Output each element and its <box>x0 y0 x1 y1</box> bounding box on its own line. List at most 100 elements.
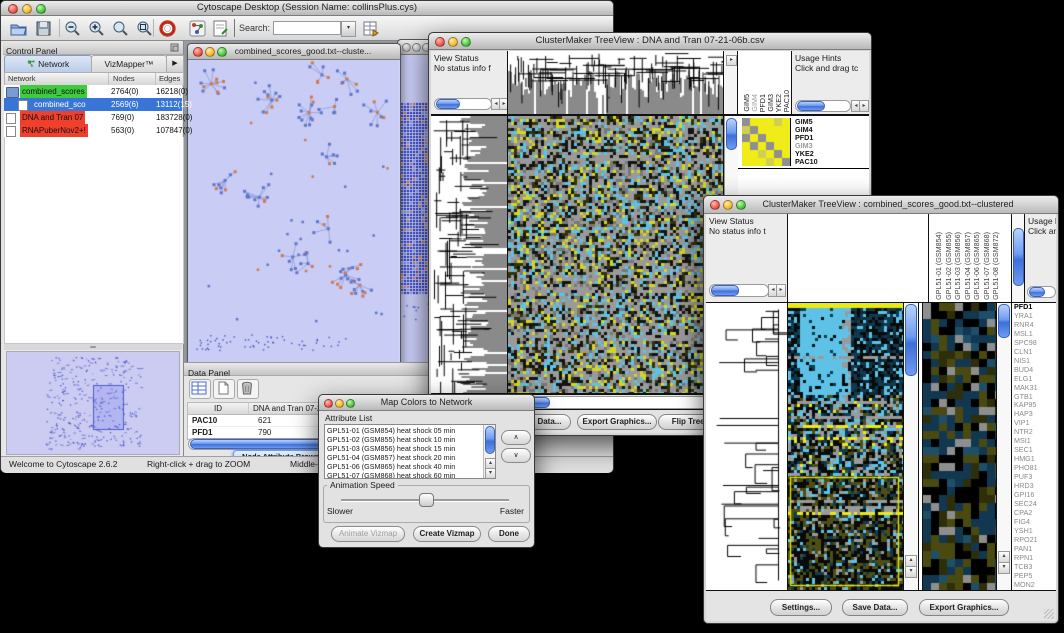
tv2-column-label[interactable]: GPL51-01 (GSM854) <box>934 232 943 300</box>
network-name[interactable]: combined_sco <box>32 98 88 111</box>
network-name[interactable]: RNAPuberNov2+! <box>20 124 88 137</box>
gene-label[interactable]: GTB1 <box>1014 393 1038 402</box>
tv2-column-label[interactable]: GPL51-08 (GSM872) <box>991 232 1000 300</box>
treeview1-titlebar[interactable]: ClusterMaker TreeView : DNA and Tran 07-… <box>429 33 871 50</box>
search-dropdown-button[interactable]: ▾ <box>341 21 356 37</box>
tv1-heatmap-canvas[interactable] <box>508 116 723 393</box>
scrollbar-thumb[interactable] <box>485 426 495 454</box>
annotation-icon[interactable] <box>211 19 230 38</box>
network-name[interactable]: DNA and Tran 07 <box>20 111 85 124</box>
tv1-row-dendrogram-canvas[interactable] <box>431 116 507 393</box>
scroll-down-button[interactable]: ▾ <box>485 468 496 479</box>
network-table-header[interactable]: Network Nodes Edges <box>4 72 184 86</box>
scrollbar-thumb[interactable] <box>1013 228 1024 286</box>
main-titlebar[interactable]: Cytoscape Desktop (Session Name: collins… <box>1 1 613 16</box>
table-header-id[interactable]: ID <box>188 403 249 414</box>
gene-label[interactable]: RNR4 <box>1014 321 1038 330</box>
gene-label[interactable]: PHO81 <box>1014 464 1038 473</box>
tv1-usage-scrollbar[interactable] <box>795 100 851 112</box>
minimize-icon[interactable] <box>22 4 32 14</box>
tv2-heatmap-canvas[interactable] <box>788 303 903 590</box>
gene-label[interactable]: SEC1 <box>1014 446 1038 455</box>
help-lifesaver-icon[interactable] <box>158 19 177 38</box>
tv2-save-data-button[interactable]: Save Data... <box>842 599 908 616</box>
gene-label[interactable]: TCB3 <box>1014 563 1038 572</box>
minimize-icon[interactable] <box>205 47 215 57</box>
scrollbar-thumb[interactable] <box>905 304 917 376</box>
close-icon[interactable] <box>193 47 203 57</box>
gene-label[interactable]: CLN1 <box>1014 348 1038 357</box>
gene-label[interactable]: GPI16 <box>1014 491 1038 500</box>
move-attribute-up-button[interactable]: ∧ <box>501 430 531 445</box>
tv2-column-label[interactable]: GPL51-06 (GSM865) <box>972 232 981 300</box>
delete-attribute-button[interactable] <box>237 379 259 399</box>
tv2-column-dendrogram-area[interactable] <box>788 214 928 302</box>
gene-label[interactable]: HAP3 <box>1014 410 1038 419</box>
tv2-row-dendrogram-canvas[interactable] <box>706 303 787 590</box>
gene-label[interactable]: SPC98 <box>1014 339 1038 348</box>
new-attribute-button[interactable] <box>213 379 235 399</box>
attribute-item[interactable]: GPL51-04 (GSM857) heat shock 20 min <box>327 453 483 462</box>
scroll-right-button[interactable]: ▸ <box>776 284 786 297</box>
gene-label[interactable]: KAP95 <box>1014 401 1038 410</box>
scroll-right-button[interactable]: ▸ <box>726 55 737 66</box>
scrollbar-thumb[interactable] <box>711 285 739 296</box>
done-button[interactable]: Done <box>488 526 530 542</box>
create-vizmap-button[interactable]: Create Vizmap <box>413 526 481 542</box>
gene-label[interactable]: RPN1 <box>1014 554 1038 563</box>
gene-label[interactable]: HMG1 <box>1014 455 1038 464</box>
gene-label[interactable]: YSH1 <box>1014 527 1038 536</box>
attribute-list-vscrollbar[interactable]: ▴ ▾ <box>483 425 495 478</box>
zoom-fit-icon[interactable] <box>111 19 130 38</box>
scrollbar-thumb[interactable] <box>436 99 460 109</box>
network-window-titlebar[interactable]: combined_scores_good.txt--cluste... <box>188 44 400 60</box>
zoom-window-icon[interactable] <box>736 200 746 210</box>
zoom-window-icon[interactable] <box>217 47 227 57</box>
move-attribute-down-button[interactable]: ∨ <box>501 448 531 463</box>
float-panel-icon[interactable] <box>170 43 179 52</box>
zoom-out-icon[interactable] <box>63 19 82 38</box>
scrollbar-thumb[interactable] <box>1029 287 1045 297</box>
gene-label[interactable]: PFD1 <box>1014 303 1038 312</box>
close-icon[interactable] <box>8 4 18 14</box>
gene-label[interactable]: MSI1 <box>1014 437 1038 446</box>
attribute-item[interactable]: GPL51-03 (GSM856) heat shock 15 min <box>327 444 483 453</box>
network-canvas[interactable] <box>188 60 398 362</box>
tv1-row-label[interactable]: PAC10 <box>795 158 865 166</box>
zoom-window-icon[interactable] <box>36 4 46 14</box>
gene-label[interactable]: PEP5 <box>1014 572 1038 581</box>
tab-network[interactable]: Network <box>4 55 92 73</box>
scrollbar-thumb[interactable] <box>998 304 1010 338</box>
scroll-down-button[interactable]: ▾ <box>998 562 1010 574</box>
save-session-icon[interactable] <box>34 19 53 38</box>
search-input[interactable] <box>273 21 341 35</box>
network-view-window[interactable]: combined_scores_good.txt--cluste... <box>187 43 401 364</box>
close-icon[interactable] <box>710 200 720 210</box>
close-icon[interactable] <box>402 43 411 52</box>
open-session-icon[interactable] <box>9 19 28 38</box>
gene-label[interactable]: ELG1 <box>1014 375 1038 384</box>
animate-vizmap-button[interactable]: Animate Vizmap <box>331 526 405 542</box>
network-list-row[interactable]: combined_scores2764(0)16218(0) <box>4 85 182 98</box>
close-icon[interactable] <box>324 399 333 408</box>
resize-grip[interactable] <box>1044 609 1054 619</box>
tab-vizmapper[interactable]: VizMapper™ <box>91 55 167 73</box>
gene-label[interactable]: PUF3 <box>1014 473 1038 482</box>
attribute-listbox[interactable]: GPL51-01 (GSM854) heat shock 05 minGPL51… <box>324 424 496 479</box>
gene-label[interactable]: PAN1 <box>1014 545 1038 554</box>
tv2-collabel-vscrollbar[interactable] <box>1012 214 1024 302</box>
tv2-column-label[interactable]: GPL51-07 (GSM868) <box>982 232 991 300</box>
gene-label[interactable]: MON2 <box>1014 581 1038 590</box>
tv2-column-label[interactable]: GPL51-03 (GSM856) <box>953 232 962 300</box>
tv1-column-label[interactable]: PAC10 <box>782 90 791 112</box>
attribute-item[interactable]: GPL51-02 (GSM855) heat shock 10 min <box>327 435 483 444</box>
tab-overflow-button[interactable]: ▶ <box>166 55 184 73</box>
tv2-status-scrollbar[interactable] <box>709 284 769 297</box>
gene-label[interactable]: FIG4 <box>1014 518 1038 527</box>
gene-label[interactable]: NTR2 <box>1014 428 1038 437</box>
tv2-heatmap-vscrollbar[interactable]: ▴ ▾ <box>904 303 918 590</box>
import-network-icon[interactable] <box>188 19 207 38</box>
minimize-icon[interactable] <box>448 37 458 47</box>
select-attributes-button[interactable] <box>189 379 211 399</box>
panel-splitter[interactable] <box>4 344 182 350</box>
